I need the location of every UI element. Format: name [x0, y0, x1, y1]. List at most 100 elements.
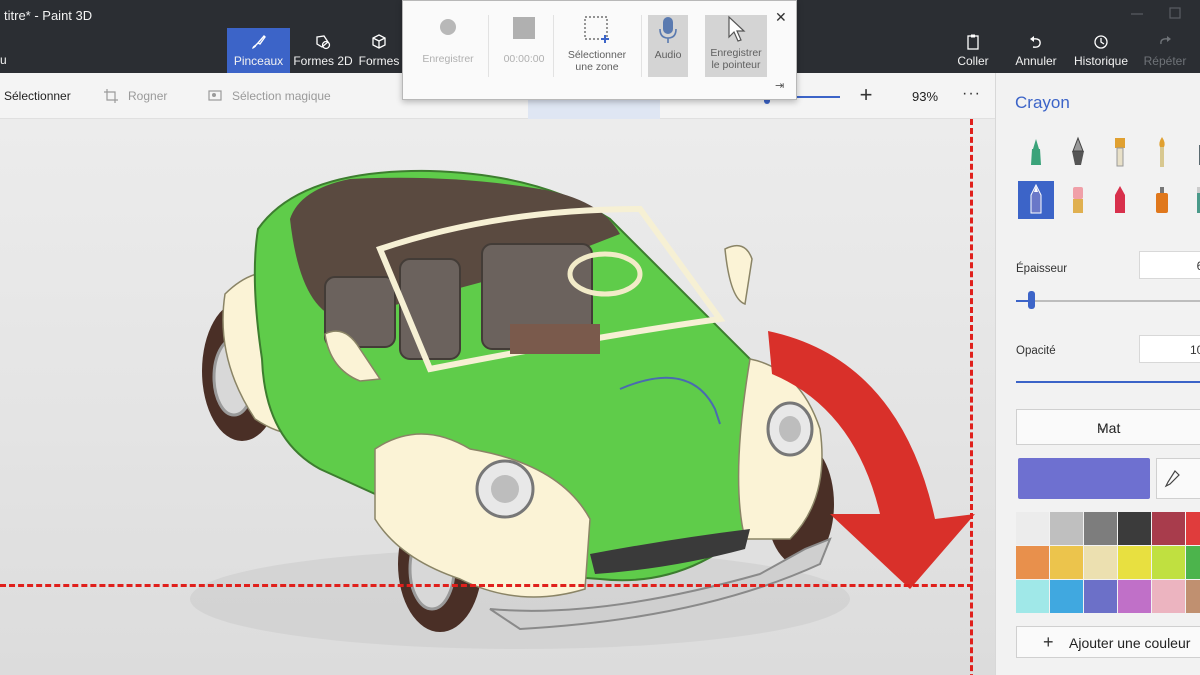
- pixel-pen-brush-button[interactable]: [1186, 133, 1200, 171]
- select-label: Sélectionner: [4, 89, 71, 103]
- select-tool[interactable]: Sélectionner: [4, 89, 71, 103]
- watercolor-brush-button[interactable]: [1144, 133, 1180, 171]
- color-swatch[interactable]: [1016, 546, 1049, 579]
- eraser-icon: [1073, 187, 1083, 213]
- history-icon: [1094, 35, 1108, 49]
- crayon-brush-button[interactable]: [1102, 181, 1138, 219]
- record-pointer-label-2: le pointeur: [711, 59, 761, 71]
- thickness-slider-fill: [1016, 300, 1028, 302]
- record-label: Enregistrer: [422, 53, 474, 65]
- close-icon[interactable]: ✕: [775, 9, 787, 26]
- brush-side-panel: Crayon Épaisseur 6p Opacité 100 Mat ⌄ + …: [995, 73, 1200, 675]
- maximize-icon[interactable]: [1166, 6, 1184, 20]
- calligraphy-pen-icon: [1072, 136, 1084, 165]
- pin-icon[interactable]: ⇥: [775, 79, 784, 92]
- separator: [488, 15, 489, 77]
- thickness-label: Épaisseur: [1016, 263, 1068, 275]
- history-label: Historique: [1073, 54, 1129, 68]
- fill-icon: [1197, 187, 1200, 213]
- magic-select-label: Sélection magique: [232, 89, 331, 103]
- record-pointer-toggle[interactable]: Enregistrer le pointeur: [705, 15, 767, 77]
- add-color-button[interactable]: + Ajouter une couleur: [1016, 626, 1200, 658]
- opacity-label: Opacité: [1016, 345, 1056, 357]
- color-swatch[interactable]: [1084, 580, 1117, 613]
- color-swatch[interactable]: [1152, 546, 1185, 579]
- minimize-icon[interactable]: [1128, 6, 1146, 20]
- cursor-icon: [728, 15, 746, 42]
- marker-brush-button[interactable]: [1018, 133, 1054, 171]
- paste-button[interactable]: Coller: [946, 28, 1000, 73]
- color-swatch[interactable]: [1118, 512, 1151, 545]
- color-swatch[interactable]: [1016, 580, 1049, 613]
- separator: [553, 15, 554, 77]
- magic-select-tool[interactable]: Sélection magique: [208, 89, 331, 103]
- crop-tool[interactable]: Rogner: [104, 89, 167, 103]
- pencil-brush-button[interactable]: [1018, 181, 1054, 219]
- canvas-area[interactable]: [0, 119, 995, 675]
- thickness-slider-track[interactable]: [1016, 300, 1200, 302]
- redo-button[interactable]: Répéter: [1136, 28, 1194, 73]
- color-swatch[interactable]: [1152, 580, 1185, 613]
- crop-label: Rogner: [128, 89, 168, 103]
- color-swatch[interactable]: [1050, 580, 1083, 613]
- history-button[interactable]: Historique: [1070, 28, 1132, 73]
- select-area-icon: [584, 16, 609, 43]
- color-swatch[interactable]: [1050, 546, 1083, 579]
- color-swatch[interactable]: [1084, 512, 1117, 545]
- color-swatch[interactable]: [1084, 546, 1117, 579]
- eyedropper-button[interactable]: [1156, 458, 1200, 499]
- paste-label: Coller: [957, 54, 989, 68]
- record-button[interactable]: Enregistrer: [413, 15, 483, 77]
- brushes-tab-label: Pinceaux: [233, 54, 284, 68]
- oil-brush-brush-button[interactable]: [1102, 133, 1138, 171]
- color-swatch[interactable]: [1118, 580, 1151, 613]
- brushes-tab[interactable]: Pinceaux: [227, 28, 290, 73]
- color-swatch[interactable]: [1118, 546, 1151, 579]
- calligraphy-pen-brush-button[interactable]: [1060, 133, 1096, 171]
- shapes-2d-tab[interactable]: Formes 2D: [292, 28, 354, 73]
- thickness-input[interactable]: 6p: [1139, 251, 1200, 279]
- oil-brush-icon: [1115, 138, 1125, 167]
- thickness-slider-thumb[interactable]: [1028, 291, 1035, 309]
- car-3d-model[interactable]: [0, 119, 995, 675]
- color-swatch[interactable]: [1016, 512, 1049, 545]
- spray-can-brush-button[interactable]: [1144, 181, 1180, 219]
- menu-button[interactable]: u: [0, 53, 7, 67]
- watercolor-icon: [1159, 137, 1165, 167]
- undo-icon: [1030, 36, 1041, 48]
- opacity-slider-fill[interactable]: [1016, 381, 1200, 383]
- undo-button[interactable]: Annuler: [1010, 28, 1062, 73]
- select-area-label-1: Sélectionner: [567, 49, 627, 61]
- color-swatch[interactable]: [1186, 546, 1200, 579]
- audio-label: Audio: [654, 49, 682, 61]
- recording-area-border-bottom: [0, 584, 973, 587]
- color-swatch[interactable]: [1152, 512, 1185, 545]
- audio-toggle[interactable]: Audio: [648, 15, 688, 77]
- marker-icon: [1031, 139, 1041, 165]
- window-title: titre* - Paint 3D: [4, 8, 93, 23]
- shapes-3d-tab[interactable]: Formes: [356, 28, 402, 73]
- eraser-brush-button[interactable]: [1060, 181, 1096, 219]
- more-options-button[interactable]: ···: [962, 85, 981, 103]
- zoom-in-button[interactable]: +: [856, 84, 876, 106]
- finish-dropdown[interactable]: Mat ⌄: [1016, 409, 1200, 445]
- screen-recorder-popup: Enregistrer 00:00:00 Sélectionner une zo…: [402, 0, 797, 100]
- fill-brush-button[interactable]: [1186, 181, 1200, 219]
- timer-value: 00:00:00: [503, 53, 545, 65]
- panel-title: Crayon: [1015, 93, 1070, 112]
- select-area-button[interactable]: Sélectionner une zone: [558, 15, 636, 77]
- redo-icon: [1160, 36, 1171, 45]
- eyedropper-icon: [1164, 470, 1180, 488]
- record-pointer-label-1: Enregistrer: [710, 47, 762, 59]
- color-swatch[interactable]: [1186, 580, 1200, 613]
- shapes-2d-tab-label: Formes 2D: [293, 54, 353, 68]
- opacity-input[interactable]: 100: [1139, 335, 1200, 363]
- color-swatch[interactable]: [1186, 512, 1200, 545]
- add-color-label: Ajouter une couleur: [1069, 635, 1191, 651]
- current-color-swatch[interactable]: [1018, 458, 1150, 499]
- magic-select-icon: [208, 90, 222, 101]
- record-dot-icon: [440, 19, 456, 35]
- redo-label: Répéter: [1143, 54, 1187, 68]
- pixel-pen-icon: [1199, 145, 1200, 165]
- color-swatch[interactable]: [1050, 512, 1083, 545]
